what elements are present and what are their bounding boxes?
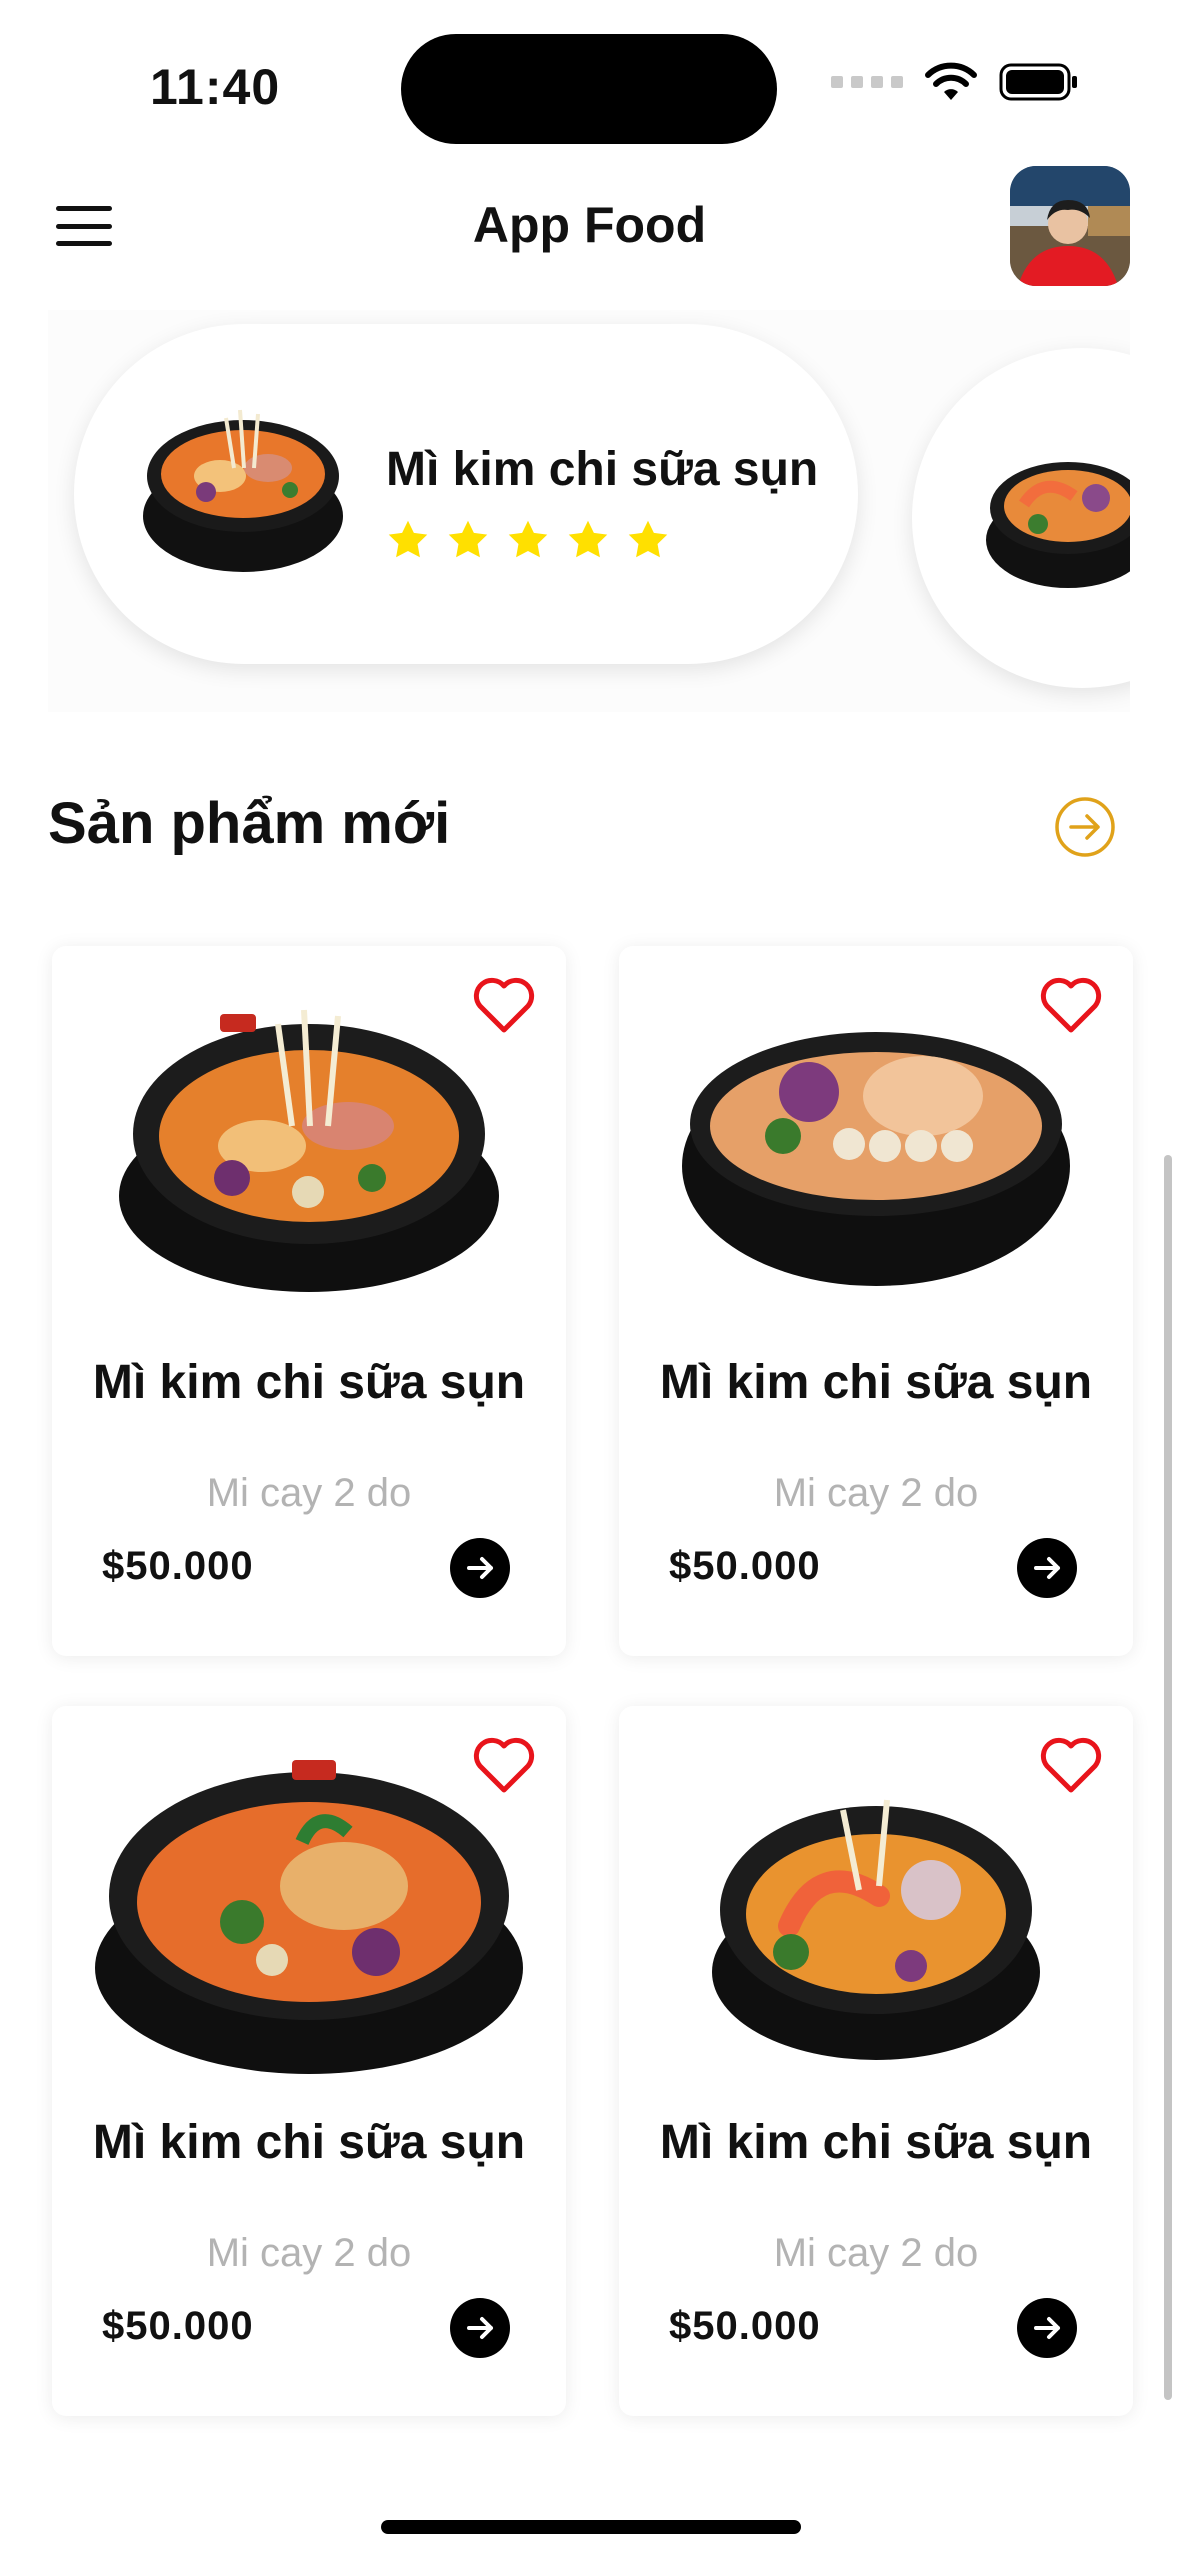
star-icon xyxy=(448,520,488,558)
arrow-circle-right-icon[interactable] xyxy=(1054,796,1116,858)
featured-food-image xyxy=(986,462,1130,588)
product-name: Mì kim chi sữa sụn xyxy=(659,2116,1093,2169)
featured-carousel[interactable]: Mì kim chi sữa sụn xyxy=(48,310,1130,712)
featured-card[interactable]: Mì kim chi sữa sụn xyxy=(74,324,858,664)
heart-icon[interactable] xyxy=(1039,1736,1103,1794)
product-price: $50.000 xyxy=(102,2304,254,2348)
product-card[interactable]: Mì kim chi sữa sụn Mi cay 2 do $50.000 xyxy=(52,946,566,1656)
product-name: Mì kim chi sữa sụn xyxy=(92,2116,526,2169)
view-product-button[interactable] xyxy=(1017,1538,1077,1598)
star-icon xyxy=(388,520,428,558)
arrow-right-icon xyxy=(1034,2317,1060,2339)
star-icon xyxy=(508,520,548,558)
star-icon xyxy=(568,520,608,558)
product-card[interactable]: Mì kim chi sữa sụn Mi cay 2 do $50.000 xyxy=(52,1706,566,2416)
dynamic-island xyxy=(401,34,777,144)
product-image xyxy=(95,1760,523,2074)
product-image xyxy=(712,1799,1040,2060)
product-price: $50.000 xyxy=(669,2304,821,2348)
product-card[interactable]: Mì kim chi sữa sụn Mi cay 2 do $50.000 xyxy=(619,946,1133,1656)
featured-card[interactable] xyxy=(912,348,1130,688)
avatar-image xyxy=(1010,166,1130,286)
featured-food-image xyxy=(143,409,343,572)
status-icons xyxy=(831,62,1079,102)
product-name: Mì kim chi sữa sụn xyxy=(659,1356,1093,1409)
product-subtitle: Mi cay 2 do xyxy=(206,2231,412,2275)
home-indicator[interactable] xyxy=(381,2520,801,2534)
page-title: App Food xyxy=(472,197,707,253)
section-title: Sản phẩm mới xyxy=(48,791,451,856)
app-header: App Food xyxy=(0,160,1179,300)
featured-name: Mì kim chi sữa sụn xyxy=(386,443,819,496)
status-bar: 11:40 xyxy=(0,0,1179,160)
product-price: $50.000 xyxy=(102,1544,254,1588)
wifi-icon xyxy=(925,62,977,100)
avatar[interactable] xyxy=(1010,166,1130,286)
product-name: Mì kim chi sữa sụn xyxy=(92,1356,526,1409)
arrow-right-icon xyxy=(467,2317,493,2339)
product-subtitle: Mi cay 2 do xyxy=(206,1471,412,1515)
view-product-button[interactable] xyxy=(450,2298,510,2358)
arrow-right-icon xyxy=(467,1557,493,1579)
battery-icon xyxy=(999,63,1077,101)
view-product-button[interactable] xyxy=(1017,2298,1077,2358)
product-subtitle: Mi cay 2 do xyxy=(773,2231,979,2275)
view-product-button[interactable] xyxy=(450,1538,510,1598)
product-image xyxy=(119,1009,499,1292)
status-time: 11:40 xyxy=(150,59,281,115)
product-subtitle: Mi cay 2 do xyxy=(773,1471,979,1515)
product-price: $50.000 xyxy=(669,1544,821,1588)
arrow-right-icon xyxy=(1034,1557,1060,1579)
scrollbar[interactable] xyxy=(1164,1155,1172,2400)
product-image xyxy=(682,1032,1070,1286)
cellular-signal-icon xyxy=(831,76,903,88)
product-card[interactable]: Mì kim chi sữa sụn Mi cay 2 do $50.000 xyxy=(619,1706,1133,2416)
star-icon xyxy=(628,520,668,558)
rating-stars xyxy=(386,518,670,562)
